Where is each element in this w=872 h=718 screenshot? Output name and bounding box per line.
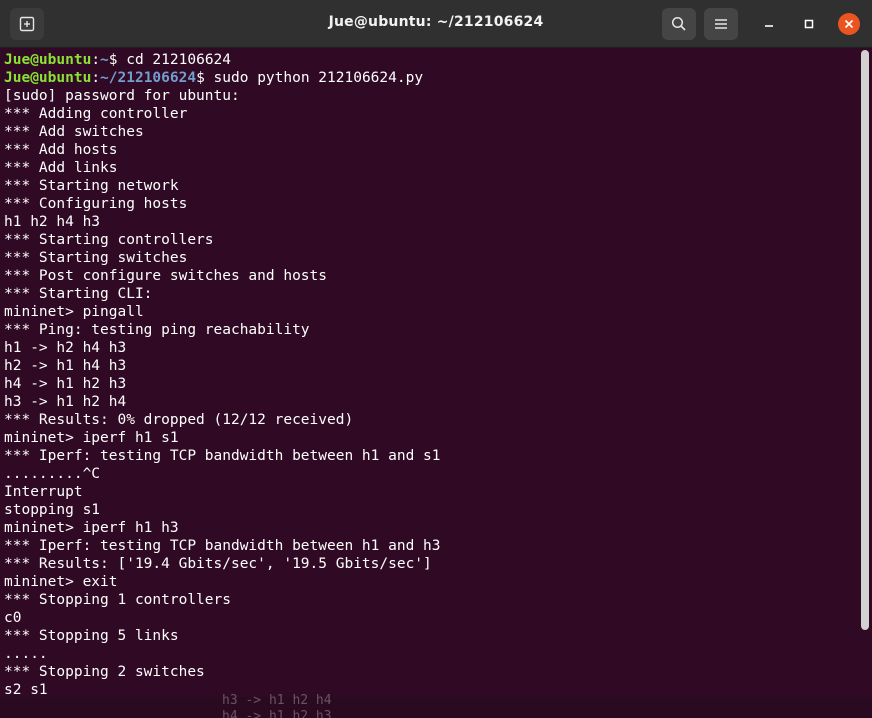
search-icon <box>671 16 686 31</box>
output-line: *** Add switches <box>4 124 144 140</box>
output-line: [sudo] password for ubuntu: <box>4 88 240 104</box>
output-line: .........^C <box>4 466 101 482</box>
minimize-button[interactable] <box>758 13 780 35</box>
maximize-icon <box>804 19 814 29</box>
output-line: *** Stopping 1 controllers <box>4 592 231 608</box>
prompt-command: sudo python 212106624.py <box>204 70 424 86</box>
output-line: *** Configuring hosts <box>4 196 188 212</box>
output-line: mininet> pingall <box>4 304 144 320</box>
close-icon <box>844 19 854 29</box>
output-line: *** Results: ['19.4 Gbits/sec', '19.5 Gb… <box>4 556 432 572</box>
window-title: Jue@ubuntu: ~/212106624 <box>328 14 544 30</box>
output-line: *** Ping: testing ping reachability <box>4 322 310 338</box>
prompt-command: cd 212106624 <box>117 52 232 68</box>
minimize-icon <box>765 25 773 27</box>
output-line: h1 h2 h4 h3 <box>4 214 101 230</box>
prompt-path: ~ <box>100 52 109 68</box>
output-line: *** Stopping 5 links <box>4 628 179 644</box>
scrollbar-thumb[interactable] <box>861 50 869 630</box>
output-line: *** Adding controller <box>4 106 188 122</box>
output-line: ..... <box>4 646 48 662</box>
output-line: Interrupt <box>4 484 83 500</box>
output-line: mininet> exit <box>4 574 118 590</box>
close-button[interactable] <box>838 13 860 35</box>
output-line: mininet> iperf h1 h3 <box>4 520 179 536</box>
output-line: *** Results: 0% dropped (12/12 received) <box>4 412 354 428</box>
prompt-dollar: $ <box>196 70 205 86</box>
background-window-line: h3 -> h1 h2 h4 <box>222 693 332 708</box>
prompt-line: Jue@ubuntu:~$ cd 212106624 <box>4 51 231 69</box>
output-line: *** Iperf: testing TCP bandwidth between… <box>4 448 441 464</box>
output-line: *** Starting switches <box>4 250 188 266</box>
hamburger-menu-icon <box>715 19 727 29</box>
prompt-dollar: $ <box>108 52 118 68</box>
output-line: mininet> iperf h1 s1 <box>4 430 179 446</box>
search-button[interactable] <box>662 8 696 40</box>
output-line: stopping s1 <box>4 502 101 518</box>
prompt-user: Jue@ubuntu <box>4 70 92 86</box>
prompt-colon: : <box>91 52 101 68</box>
output-line: *** Stopping 2 switches <box>4 664 205 680</box>
output-line: *** Starting controllers <box>4 232 214 248</box>
output-line: h2 -> h1 h4 h3 <box>4 358 127 374</box>
prompt-user: Jue@ubuntu <box>4 52 92 68</box>
output-line: s2 s1 <box>4 682 48 698</box>
output-line: c0 <box>4 610 22 626</box>
prompt-line: Jue@ubuntu:~/212106624$ sudo python 2121… <box>4 69 423 87</box>
terminal-output[interactable]: Jue@ubuntu:~$ cd 212106624 Jue@ubuntu:~/… <box>0 48 860 698</box>
output-line: *** Starting CLI: <box>4 286 153 302</box>
output-line: *** Post configure switches and hosts <box>4 268 328 284</box>
output-line: h4 -> h1 h2 h3 <box>4 376 127 392</box>
maximize-button[interactable] <box>798 13 820 35</box>
prompt-path: ~/212106624 <box>100 70 197 86</box>
output-line: *** Add links <box>4 160 118 176</box>
title-bar[interactable]: Jue@ubuntu: ~/212106624 <box>0 0 872 48</box>
output-line: h3 -> h1 h2 h4 <box>4 394 127 410</box>
output-line: *** Starting network <box>4 178 179 194</box>
terminal-window: Jue@ubuntu: ~/212106624 Jue@ubuntu:~$ cd… <box>0 0 872 718</box>
output-line: *** Iperf: testing TCP bandwidth between… <box>4 538 441 554</box>
output-line: h1 -> h2 h4 h3 <box>4 340 127 356</box>
menu-button[interactable] <box>704 8 738 40</box>
output-line: *** Add hosts <box>4 142 118 158</box>
prompt-colon: : <box>91 70 101 86</box>
background-window-strip: h3 -> h1 h2 h4 h4 -> h1 h2 h3 <box>0 693 872 718</box>
background-window-line: h4 -> h1 h2 h3 <box>222 709 332 718</box>
